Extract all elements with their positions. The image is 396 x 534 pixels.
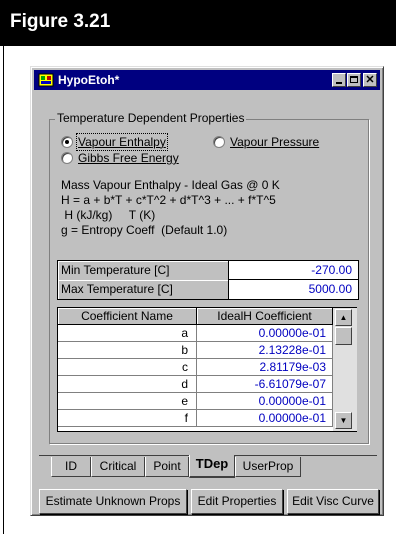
table-row: e 0.00000e-01 [58,393,333,410]
hypo-component-icon [38,73,54,87]
figure-title: Figure 3.21 [10,11,111,32]
max-temperature-label: Max Temperature [C] [58,280,229,299]
coefficient-value-cell[interactable]: 2.13228e-01 [197,342,333,359]
tab-userprop[interactable]: UserProp [235,457,301,477]
triangle-down-icon: ▼ [339,416,348,425]
column-header-idealh-coefficient[interactable]: IdealH Coefficient [197,308,333,325]
radio-vapour-enthalpy[interactable]: Vapour Enthalpy [61,133,168,151]
column-header-coefficient-name[interactable]: Coefficient Name [58,308,197,325]
radio-unchecked-icon [213,136,225,148]
window-title: HypoEtoh* [58,73,120,87]
figure-frame-line [3,46,4,534]
triangle-up-icon: ▲ [339,313,348,322]
entropy-coeff-line: g = Entropy Coeff (Default 1.0) [61,223,228,237]
tab-critical[interactable]: Critical [91,457,145,477]
scroll-up-button[interactable]: ▲ [335,309,352,326]
radio-checked-icon [61,136,73,148]
close-icon: ✕ [365,74,375,86]
radio-gibbs-free-energy[interactable]: Gibbs Free Energy [61,151,179,165]
maximize-button[interactable] [347,73,361,87]
table-row: c 2.81179e-03 [58,359,333,376]
maximize-icon [350,76,358,83]
coefficient-name-cell: c [58,359,197,376]
table-row: d -6.61079e-07 [58,376,333,393]
coefficient-table: Coefficient Name IdealH Coefficient a 0.… [57,307,357,432]
scroll-thumb[interactable] [335,327,352,345]
coefficient-name-cell: e [58,393,197,410]
tab-point[interactable]: Point [145,457,189,477]
coefficient-name-cell: d [58,376,197,393]
minimize-icon [336,82,342,84]
coefficient-name-cell: a [58,325,197,342]
figure-header: Figure 3.21 [0,0,396,46]
equation-units-line: H (kJ/kg) T (K) [61,208,156,222]
coefficient-value-cell[interactable]: 2.81179e-03 [197,359,333,376]
radio-vapour-pressure[interactable]: Vapour Pressure [213,135,319,149]
coefficient-name-cell: b [58,342,197,359]
min-temperature-row: Min Temperature [C] -270.00 [58,261,358,280]
equation-formula-line: H = a + b*T + c*T^2 + d*T^3 + ... + f*T^… [61,193,276,207]
temperature-range-table: Min Temperature [C] -270.00 Max Temperat… [57,260,359,300]
min-temperature-field[interactable]: -270.00 [232,261,356,280]
max-temperature-row: Max Temperature [C] 5000.00 [58,280,358,299]
tab-tdep[interactable]: TDep [189,455,235,478]
table-row: a 0.00000e-01 [58,325,333,342]
minimize-button[interactable] [332,73,346,87]
title-bar[interactable]: HypoEtoh* ✕ [34,70,380,90]
equation-description-line: Mass Vapour Enthalpy - Ideal Gas @ 0 K [61,178,280,192]
edit-properties-button[interactable]: Edit Properties [191,489,283,514]
scroll-down-button[interactable]: ▼ [335,412,352,429]
coefficient-value-cell[interactable]: 0.00000e-01 [197,410,333,427]
edit-visc-curve-button[interactable]: Edit Visc Curve [287,489,379,514]
estimate-unknown-props-button[interactable]: Estimate Unknown Props [39,489,187,514]
radio-label: Vapour Pressure [230,135,320,149]
radio-unchecked-icon [61,152,73,164]
table-scrollbar[interactable]: ▲ ▼ [333,308,357,431]
max-temperature-field[interactable]: 5000.00 [232,280,356,299]
table-row: f 0.00000e-01 [58,410,333,427]
group-label: Temperature Dependent Properties [55,111,247,125]
close-button[interactable]: ✕ [363,73,377,87]
radio-label: Vapour Enthalpy [76,133,168,151]
table-row: b 2.13228e-01 [58,342,333,359]
property-window: HypoEtoh* ✕ Temperature Dependent Proper… [30,66,384,516]
tab-id[interactable]: ID [51,457,91,477]
min-temperature-label: Min Temperature [C] [58,261,229,280]
radio-label: Gibbs Free Energy [78,151,179,165]
coefficient-value-cell[interactable]: 0.00000e-01 [197,393,333,410]
coefficient-value-cell[interactable]: 0.00000e-01 [197,325,333,342]
coefficient-name-cell: f [58,410,197,427]
coefficient-value-cell[interactable]: -6.61079e-07 [197,376,333,393]
